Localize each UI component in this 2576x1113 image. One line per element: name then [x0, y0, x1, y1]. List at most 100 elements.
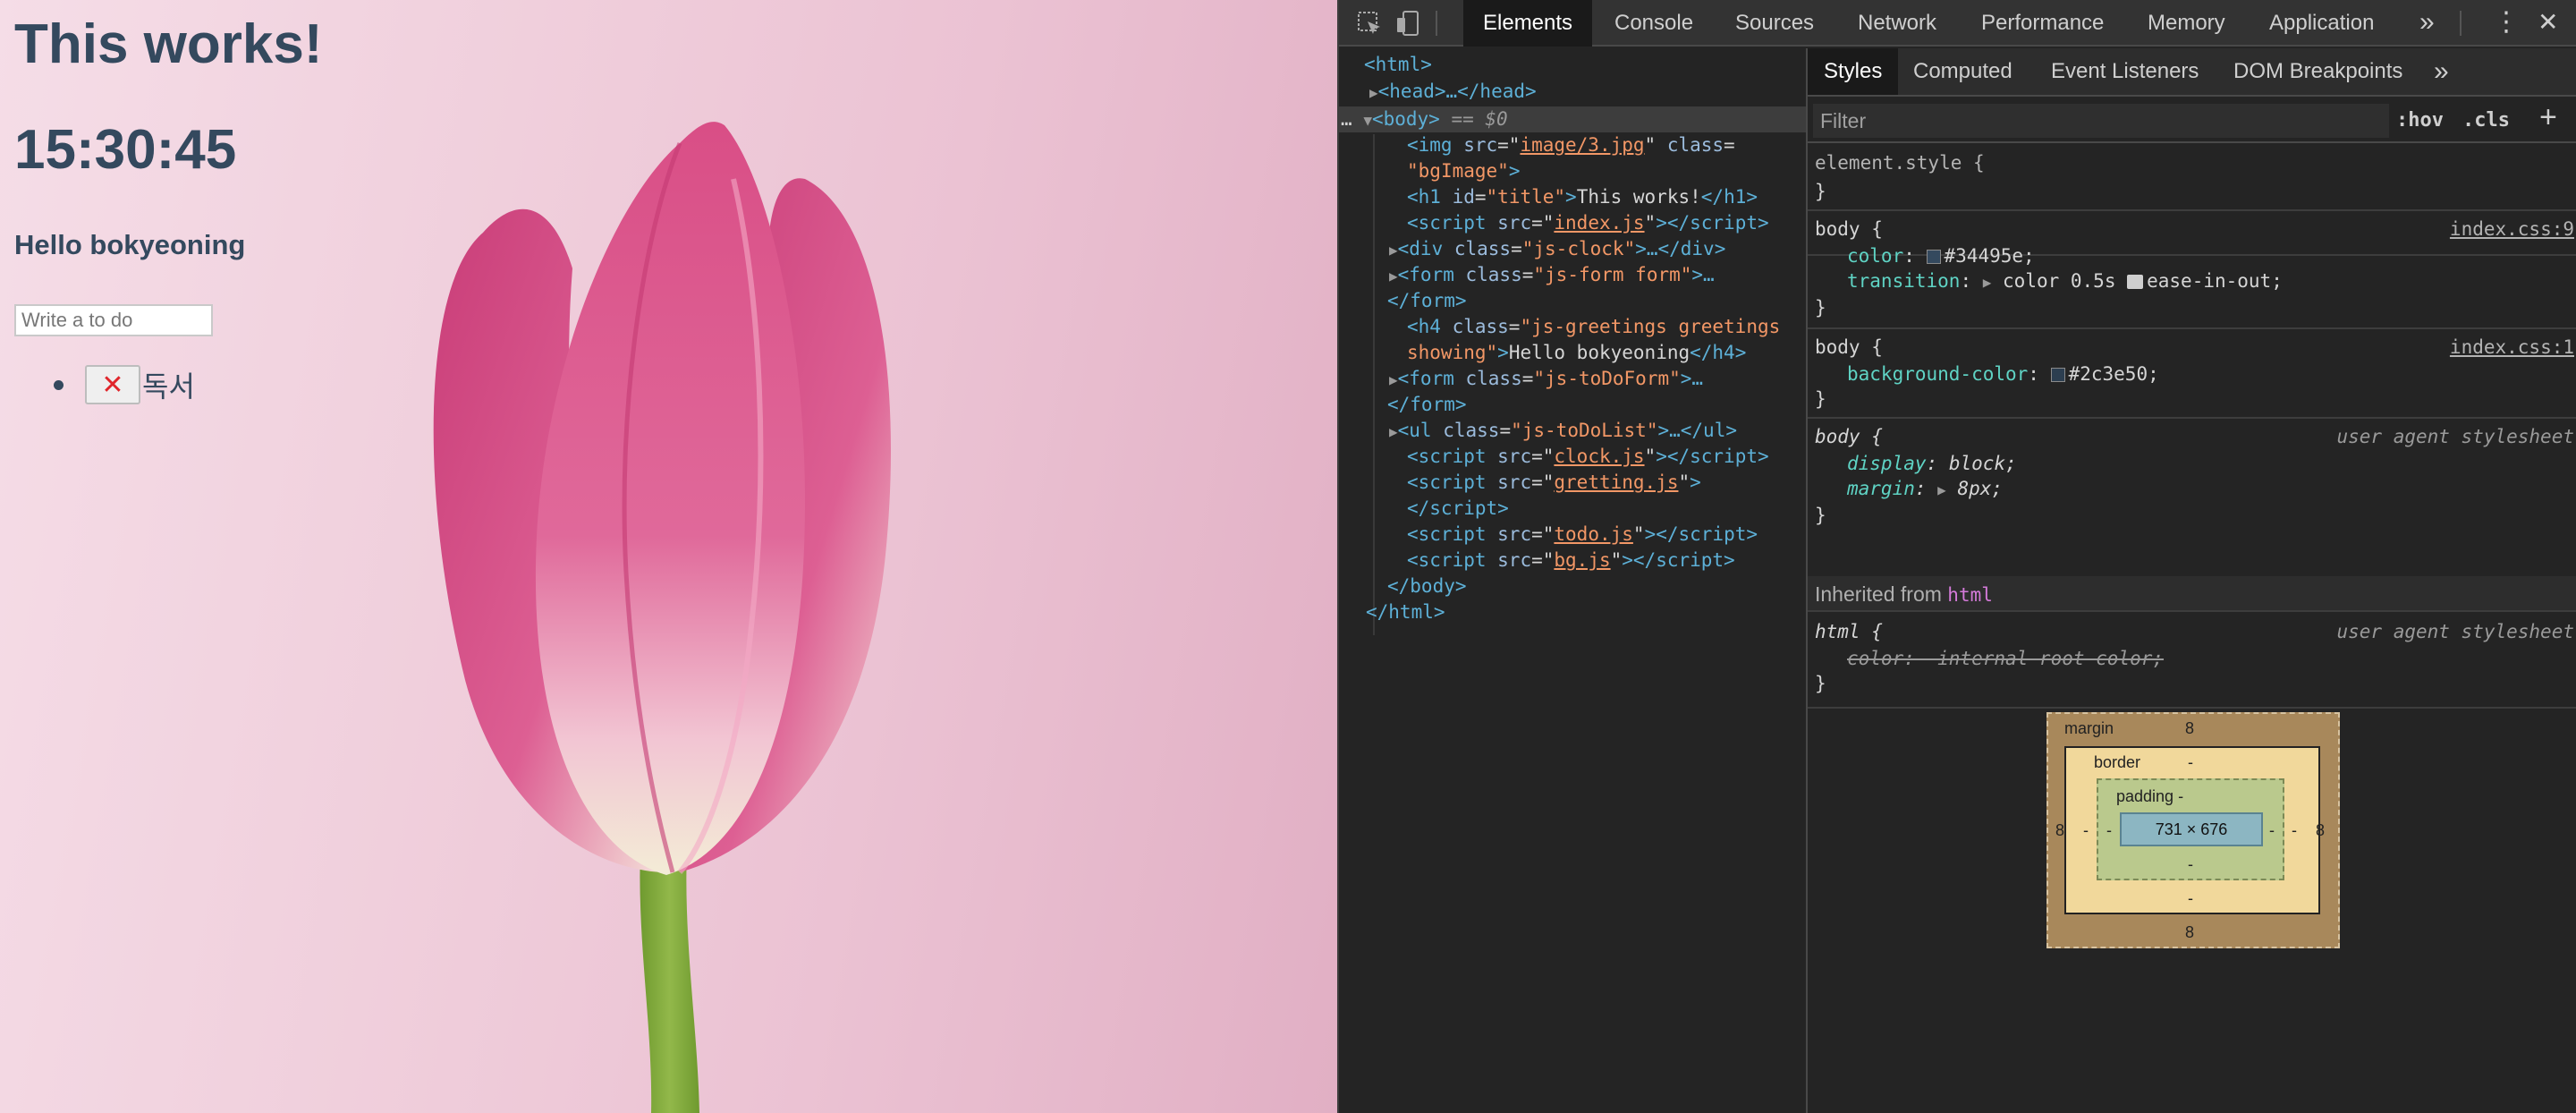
- todo-item: ✕ 독서: [54, 363, 195, 406]
- more-tabs-icon[interactable]: »: [2419, 0, 2435, 47]
- padding-right-value: -: [2269, 821, 2275, 839]
- todo-input[interactable]: [14, 304, 213, 336]
- customize-menu-icon[interactable]: ⋮: [2493, 0, 2520, 47]
- dom-node-script-todo[interactable]: <script src="todo.js"></script>: [1407, 522, 1758, 548]
- decl-margin: margin: ▶ 8px;: [1847, 478, 2004, 499]
- cls-toggle[interactable]: .cls: [2462, 106, 2510, 136]
- new-rule-icon[interactable]: +: [2539, 100, 2557, 135]
- rule-close: }: [1815, 181, 1826, 202]
- inherited-tag-link[interactable]: html: [1947, 584, 1993, 606]
- dom-node-todo-form[interactable]: ▶<form class="js-toDoForm">…: [1389, 366, 1703, 392]
- dom-node-img-class: "bgImage">: [1407, 160, 1521, 182]
- rule-close: }: [1815, 388, 1826, 410]
- rule-selector: body {: [1815, 426, 1883, 447]
- page-title: This works!: [14, 13, 323, 75]
- devtools-toolbar: Elements Console Sources Network Perform…: [1339, 0, 2576, 47]
- dom-node-form[interactable]: ▶<form class="js-form form">…: [1389, 262, 1715, 288]
- more-sidebar-tabs-icon[interactable]: »: [2434, 48, 2449, 95]
- dom-node-img[interactable]: <img src="image/3.jpg" class=: [1407, 132, 1735, 158]
- content-size: 731 × 676: [2155, 820, 2228, 838]
- dom-node-body-close: </body>: [1387, 575, 1467, 597]
- border-label: border: [2094, 753, 2141, 771]
- list-bullet: [54, 379, 64, 390]
- delete-todo-button[interactable]: ✕: [85, 365, 140, 404]
- rule-body-user-agent: body { user agent stylesheet display: bl…: [1808, 419, 2576, 576]
- tab-network[interactable]: Network: [1858, 0, 1936, 47]
- padding-left-value: -: [2106, 821, 2112, 839]
- sidebar-tabs: Styles Computed Event Listeners DOM Brea…: [1808, 48, 2576, 97]
- tab-memory[interactable]: Memory: [2148, 0, 2225, 47]
- dom-node-body[interactable]: … ▼<body> == $0: [1341, 106, 1508, 132]
- color-swatch[interactable]: [1926, 250, 1941, 264]
- rule-selector: body {: [1815, 218, 1883, 240]
- dom-node-div-clock[interactable]: ▶<div class="js-clock">…</div>: [1389, 236, 1725, 262]
- dom-node-script-bg[interactable]: <script src="bg.js"></script>: [1407, 548, 1735, 573]
- border-right-value: -: [2292, 821, 2297, 839]
- tab-dom-breakpoints[interactable]: DOM Breakpoints: [2233, 48, 2402, 95]
- decl-background-color[interactable]: background-color: #2c3e50;: [1847, 361, 2159, 387]
- easing-editor-icon[interactable]: [2127, 275, 2144, 289]
- tab-computed[interactable]: Computed: [1913, 48, 2012, 95]
- rule-selector: html {: [1815, 621, 1883, 642]
- dom-node-script-clock[interactable]: <script src="clock.js"></script>: [1407, 444, 1769, 470]
- rule-selector: body {: [1815, 336, 1883, 358]
- rule-body-index-1: body { index.css:1 background-color: #2c…: [1808, 329, 2576, 419]
- padding-label: padding -: [2116, 787, 2184, 805]
- decl-color[interactable]: color: #34495e;: [1847, 243, 2035, 268]
- tab-application[interactable]: Application: [2269, 0, 2374, 47]
- rule-source-label: user agent stylesheet: [2336, 426, 2574, 447]
- decl-color-overridden: color: -internal-root-color;: [1847, 648, 2165, 669]
- styles-pane: Styles Computed Event Listeners DOM Brea…: [1808, 48, 2576, 1113]
- padding-bottom-value: -: [2188, 855, 2193, 873]
- device-toolbar-icon[interactable]: [1394, 9, 1423, 38]
- margin-bottom-value: 8: [2185, 923, 2195, 941]
- dom-node-html-close: </html>: [1366, 601, 1445, 623]
- rule-close: }: [1815, 673, 1826, 694]
- dom-node-todo-form-close: </form>: [1387, 394, 1467, 415]
- tab-elements[interactable]: Elements: [1463, 0, 1593, 47]
- tab-sources[interactable]: Sources: [1735, 0, 1814, 47]
- dom-tree: <html> ▶<head>…</head> … ▼<body> == $0 <…: [1339, 48, 1806, 1113]
- decl-transition[interactable]: transition: ▶ color 0.5s ease-in-out;: [1847, 268, 2283, 293]
- toolbar-divider: [1436, 11, 1437, 36]
- tab-styles[interactable]: Styles: [1808, 48, 1899, 95]
- border-bottom-value: -: [2188, 889, 2193, 907]
- tab-console[interactable]: Console: [1614, 0, 1693, 47]
- rule-source-label: user agent stylesheet: [2336, 621, 2574, 642]
- dom-node-h1[interactable]: <h1 id="title">This works!</h1>: [1407, 184, 1758, 210]
- margin-top-value: 8: [2185, 719, 2195, 737]
- tab-event-listeners[interactable]: Event Listeners: [2051, 48, 2199, 95]
- rule-body-index-9: body { index.css:9 color: #34495e; trans…: [1808, 209, 2576, 329]
- todo-text: 독서: [142, 370, 195, 403]
- dom-node-script-index[interactable]: <script src="index.js"></script>: [1407, 210, 1769, 236]
- rule-source-link[interactable]: index.css:9: [2450, 217, 2574, 242]
- clock: 15:30:45: [14, 119, 237, 181]
- rule-source-link[interactable]: index.css:1: [2450, 335, 2574, 360]
- rule-html-user-agent: html { user agent stylesheet color: -int…: [1808, 614, 2576, 709]
- greeting: Hello bokyeoning: [14, 229, 246, 260]
- hov-toggle[interactable]: :hov: [2396, 106, 2444, 136]
- tab-performance[interactable]: Performance: [1981, 0, 2104, 47]
- dom-node-h4-cont: showing">Hello bokyeoning</h4>: [1407, 342, 1747, 363]
- styles-filter-input[interactable]: [1813, 104, 2389, 138]
- dom-node-h4[interactable]: <h4 class="js-greetings greetings: [1407, 314, 1780, 340]
- color-swatch[interactable]: [2050, 368, 2065, 382]
- devtools: Elements Console Sources Network Perform…: [1337, 0, 2576, 1113]
- rule-selector: element.style {: [1815, 152, 1985, 174]
- margin-right-value: 8: [2316, 821, 2326, 839]
- dom-node-form-close: </form>: [1387, 290, 1467, 311]
- toolbar-divider: [2460, 11, 2462, 36]
- page-viewport: This works! 15:30:45 Hello bokyeoning ✕ …: [0, 0, 1337, 1113]
- dom-node-head[interactable]: ▶<head>…</head>: [1369, 79, 1537, 105]
- rule-close: }: [1815, 297, 1826, 319]
- border-left-value: -: [2083, 821, 2089, 839]
- margin-label: margin: [2064, 719, 2114, 737]
- decl-display: display: block;: [1847, 453, 2017, 474]
- filter-bar: :hov .cls +: [1808, 98, 2576, 143]
- close-devtools-icon[interactable]: ✕: [2538, 0, 2558, 47]
- dom-node-script-greeting[interactable]: <script src="gretting.js">: [1407, 470, 1701, 496]
- dom-node-html[interactable]: <html>: [1364, 52, 1432, 78]
- dom-node-ul[interactable]: ▶<ul class="js-toDoList">…</ul>: [1389, 418, 1737, 444]
- border-top-value: -: [2188, 753, 2193, 771]
- inspect-element-icon[interactable]: [1355, 9, 1384, 38]
